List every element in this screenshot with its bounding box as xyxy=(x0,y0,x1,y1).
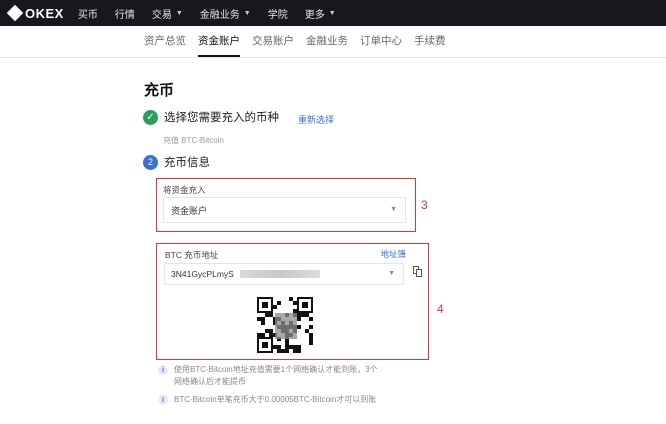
deposit-account-select[interactable]: 资金账户 ▼ xyxy=(163,197,406,223)
nav-item-buy[interactable]: 买币 xyxy=(78,6,98,21)
nav-label: 交易 xyxy=(151,9,172,21)
page-title: 充币 xyxy=(144,82,175,99)
nav-item-market[interactable]: 行情 xyxy=(115,6,135,21)
chevron-down-icon: ▼ xyxy=(175,9,183,17)
nav-label: 学院 xyxy=(267,9,288,21)
note-text: BTC-Bitcoin单笔充币大于0.00005BTC-Bitcoin才可以到账 xyxy=(174,394,376,406)
deposit-address-section: BTC 充币地址 地址簿 3N41GycPLmyS ▼ xyxy=(156,243,429,360)
tab-trading-account[interactable]: 交易账户 xyxy=(252,33,294,57)
tab-funding-account[interactable]: 资金账户 xyxy=(198,33,240,57)
nav-item-more[interactable]: 更多 ▼ xyxy=(305,6,336,21)
top-navbar: OKEX 买币 行情 交易 ▼ 金融业务 ▼ 学院 更多 ▼ xyxy=(0,0,666,26)
note-line: 使用BTC-Bitcoin地址充值需要1个网络确认才能到账，3个 xyxy=(174,365,378,374)
note-minimum: i BTC-Bitcoin单笔充币大于0.00005BTC-Bitcoin才可以… xyxy=(158,394,376,406)
okex-logo[interactable]: OKEX xyxy=(6,4,64,22)
nav-item-finance[interactable]: 金融业务 ▼ xyxy=(200,6,251,21)
tab-fees[interactable]: 手续费 xyxy=(414,33,446,57)
nav-label: 更多 xyxy=(304,9,325,21)
nav-item-academy[interactable]: 学院 xyxy=(268,6,288,21)
annotation-label-4: 4 xyxy=(437,302,444,316)
copy-icon[interactable] xyxy=(413,266,423,278)
address-book-link[interactable]: 地址簿 xyxy=(380,248,406,260)
step-2: 2 充币信息 xyxy=(143,154,210,170)
selected-coin-text: 充值 BTC-Bitcoin xyxy=(163,136,224,145)
chevron-down-icon: ▼ xyxy=(388,270,395,277)
deposit-address-label: BTC 充币地址 xyxy=(165,250,219,260)
checkmark-icon: ✓ xyxy=(143,109,158,125)
step-1-title: 选择您需要充入的币种 xyxy=(164,112,279,124)
nav-label: 行情 xyxy=(114,9,135,21)
tab-finance[interactable]: 金融业务 xyxy=(306,33,348,57)
annotation-label-3: 3 xyxy=(421,198,428,212)
deposit-account-value: 资金账户 xyxy=(171,205,208,216)
logo-text: OKEX xyxy=(25,5,64,21)
okex-logo-icon xyxy=(6,4,24,22)
deposit-account-label: 将资金充入 xyxy=(163,185,206,195)
note-text: 使用BTC-Bitcoin地址充值需要1个网络确认才能到账，3个 网络确认后才能… xyxy=(174,364,378,388)
tab-order-center[interactable]: 订单中心 xyxy=(360,33,402,57)
chevron-down-icon: ▼ xyxy=(243,9,251,17)
deposit-address-value: 3N41GycPLmyS xyxy=(171,269,234,279)
step-2-title: 充币信息 xyxy=(164,157,210,169)
nav-label: 金融业务 xyxy=(199,9,240,21)
account-subnav: 资产总览 资金账户 交易账户 金融业务 订单中心 手续费 xyxy=(0,26,666,58)
note-line: 网络确认后才能提币 xyxy=(174,377,246,386)
nav-label: 买币 xyxy=(77,9,98,21)
step-number-badge: 2 xyxy=(143,154,158,170)
nav-item-trade[interactable]: 交易 ▼ xyxy=(152,6,183,21)
step-1: ✓ 选择您需要充入的币种 xyxy=(143,109,279,125)
qr-code xyxy=(257,297,313,353)
deposit-account-section: 将资金充入 资金账户 ▼ xyxy=(156,178,416,232)
deposit-address-field[interactable]: 3N41GycPLmyS ▼ xyxy=(164,263,404,285)
address-redacted xyxy=(239,270,320,278)
info-icon: i xyxy=(158,365,168,375)
info-icon: i xyxy=(158,395,168,405)
chevron-down-icon: ▼ xyxy=(390,206,397,213)
note-line: BTC-Bitcoin单笔充币大于0.00005BTC-Bitcoin才可以到账 xyxy=(174,395,377,404)
reselect-coin-link[interactable]: 重新选择 xyxy=(298,113,334,126)
tab-asset-overview[interactable]: 资产总览 xyxy=(144,33,186,57)
note-confirmations: i 使用BTC-Bitcoin地址充值需要1个网络确认才能到账，3个 网络确认后… xyxy=(158,364,378,388)
chevron-down-icon: ▼ xyxy=(328,9,336,17)
